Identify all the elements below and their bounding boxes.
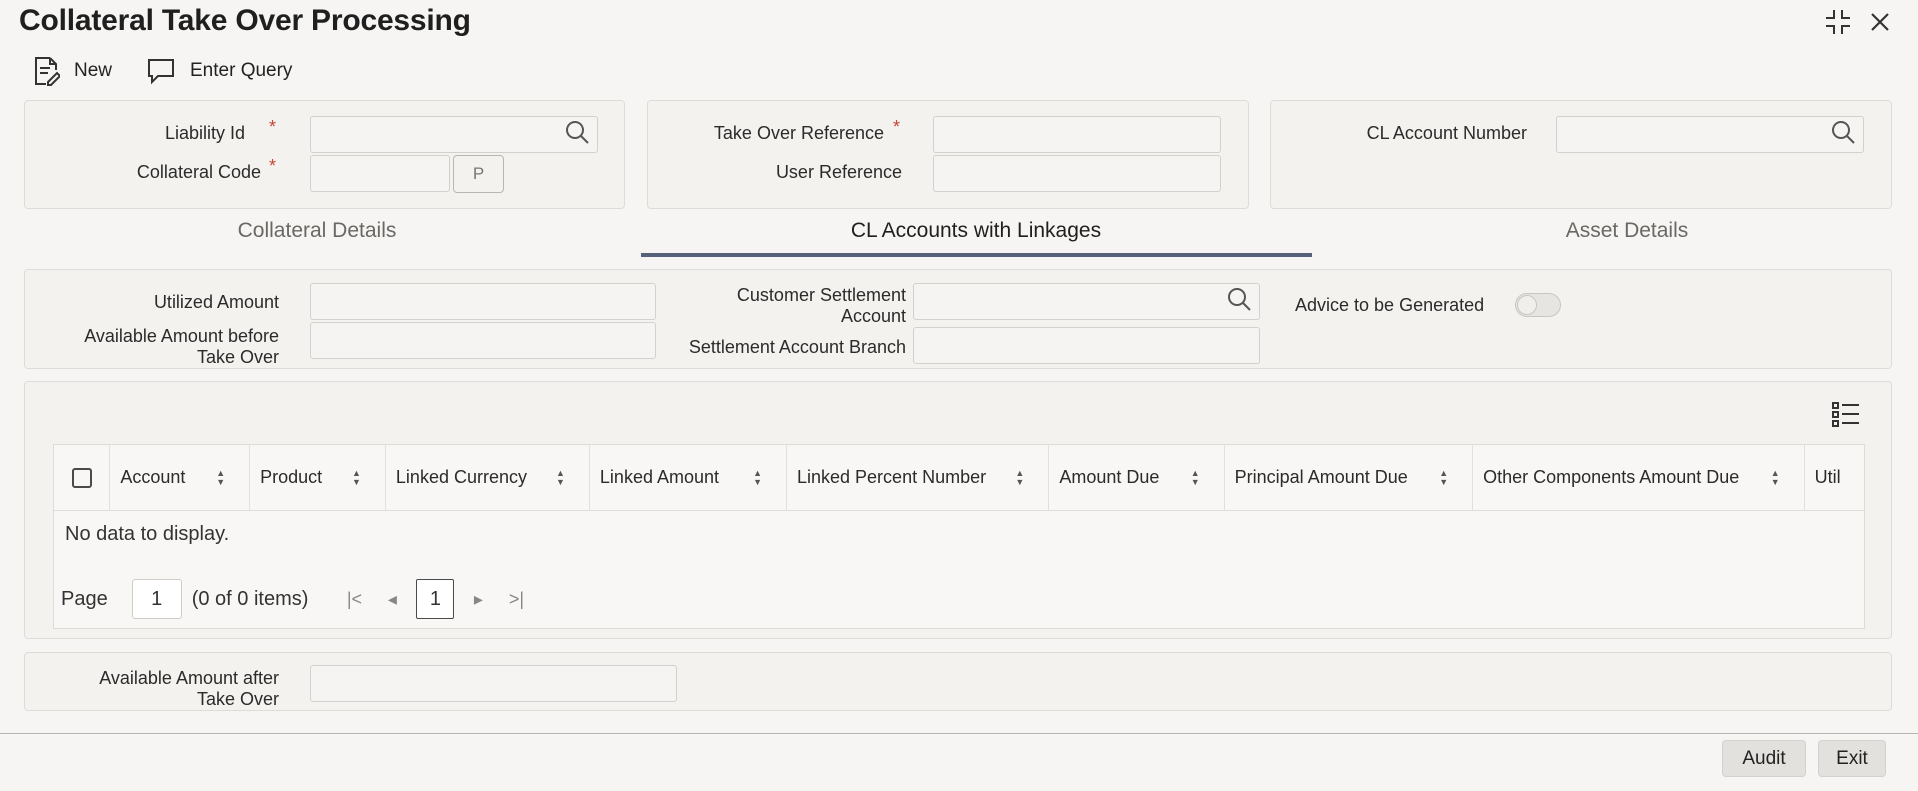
- query-comment-icon: [146, 57, 176, 85]
- cl-account-number-input[interactable]: [1556, 116, 1864, 153]
- column-header-util[interactable]: Util: [1805, 445, 1864, 510]
- column-header-linked-currency[interactable]: Linked Currency ▲ ▼: [386, 445, 590, 510]
- column-header-amount-due[interactable]: Amount Due ▲ ▼: [1049, 445, 1225, 510]
- active-tab-indicator: [641, 253, 1312, 257]
- advice-to-be-generated-label: Advice to be Generated: [1295, 295, 1485, 315]
- liability-id-input[interactable]: [310, 116, 598, 153]
- collateral-pick-button[interactable]: P: [453, 155, 504, 193]
- enter-query-label: Enter Query: [190, 60, 293, 81]
- customer-settlement-account-input[interactable]: [913, 283, 1260, 320]
- settlement-account-branch-label: Settlement Account Branch: [688, 337, 906, 357]
- tab-asset-details[interactable]: Asset Details: [1312, 219, 1918, 243]
- sort-icon[interactable]: ▲ ▼: [216, 468, 225, 487]
- previous-page-icon[interactable]: ◂: [378, 589, 406, 610]
- available-before-label: Available Amount before Take Over: [84, 326, 279, 367]
- new-button[interactable]: New: [32, 54, 112, 88]
- collateral-code-input[interactable]: [310, 155, 450, 192]
- next-page-icon[interactable]: ▸: [464, 589, 492, 610]
- required-marker: *: [893, 117, 901, 137]
- first-page-icon[interactable]: |<: [340, 589, 368, 610]
- last-page-icon[interactable]: >|: [502, 589, 530, 610]
- search-icon[interactable]: [1227, 287, 1251, 316]
- column-label: Linked Percent Number: [797, 467, 987, 487]
- liability-id-label: Liability Id: [164, 123, 245, 143]
- cl-accounts-grid: Account ▲ ▼ Product ▲ ▼ Linked Currency ▲ ▼…: [53, 444, 1865, 629]
- column-header-linked-amount[interactable]: Linked Amount ▲ ▼: [590, 445, 787, 510]
- column-label: Product: [260, 467, 323, 487]
- user-reference-label: User Reference: [775, 162, 902, 182]
- current-page-button[interactable]: 1: [416, 579, 455, 619]
- take-over-reference-input[interactable]: [933, 116, 1221, 153]
- utilized-amount-label: Utilized Amount: [153, 292, 279, 312]
- new-document-icon: [32, 56, 60, 86]
- page-items-count: (0 of 0 items): [191, 587, 309, 610]
- search-icon[interactable]: [565, 120, 589, 149]
- utilized-amount-input[interactable]: [310, 283, 656, 320]
- available-after-panel: Available Amount after Take Over: [24, 652, 1892, 711]
- grid-panel: Account ▲ ▼ Product ▲ ▼ Linked Currency ▲ ▼…: [24, 381, 1892, 639]
- page-label: Page: [61, 587, 108, 610]
- tab-cl-accounts-with-linkages[interactable]: CL Accounts with Linkages: [641, 219, 1311, 243]
- grid-header-row: Account ▲ ▼ Product ▲ ▼ Linked Currency ▲ ▼…: [54, 445, 1864, 511]
- exit-button[interactable]: Exit: [1818, 740, 1886, 777]
- column-label: Amount Due: [1059, 467, 1160, 487]
- audit-button[interactable]: Audit: [1722, 740, 1806, 777]
- sort-icon[interactable]: ▲ ▼: [1439, 468, 1448, 487]
- advice-to-be-generated-toggle[interactable]: [1515, 293, 1561, 317]
- user-reference-input[interactable]: [933, 155, 1221, 192]
- page-title: Collateral Take Over Processing: [19, 4, 471, 37]
- required-marker: *: [269, 156, 277, 176]
- column-header-linked-percent-number[interactable]: Linked Percent Number ▲ ▼: [787, 445, 1050, 510]
- footer-divider: [0, 733, 1918, 734]
- required-marker: *: [269, 117, 277, 137]
- pagination: Page 1 (0 of 0 items) |< ◂ 1 ▸ >|: [61, 579, 530, 619]
- cl-account-panel: CL Account Number: [1270, 100, 1892, 209]
- sort-icon[interactable]: ▲ ▼: [1015, 468, 1024, 487]
- cl-account-number-label: CL Account Number: [1366, 123, 1527, 143]
- collateral-code-label: Collateral Code: [136, 162, 261, 182]
- column-header-account[interactable]: Account ▲ ▼: [110, 445, 251, 510]
- available-after-label: Available Amount after Take Over: [99, 668, 279, 709]
- column-header-other-components-amount-due[interactable]: Other Components Amount Due ▲ ▼: [1473, 445, 1805, 510]
- toggle-knob: [1517, 295, 1537, 315]
- available-after-input[interactable]: [310, 665, 677, 702]
- sort-icon[interactable]: ▲ ▼: [556, 468, 565, 487]
- column-header-product[interactable]: Product ▲ ▼: [250, 445, 386, 510]
- column-label: Principal Amount Due: [1234, 467, 1408, 487]
- reference-panel: Take Over Reference * User Reference: [647, 100, 1249, 209]
- select-all-checkbox[interactable]: [71, 467, 92, 488]
- column-label: Account: [120, 467, 186, 487]
- column-label: Util: [1814, 467, 1841, 487]
- customer-settlement-account-label: Customer Settlement Account: [736, 285, 906, 326]
- tab-collateral-details[interactable]: Collateral Details: [24, 219, 610, 243]
- minimize-icon[interactable]: [1822, 6, 1854, 38]
- settlement-account-branch-input[interactable]: [913, 327, 1260, 364]
- linkage-panel: Utilized Amount Available Amount before …: [24, 269, 1892, 369]
- sort-icon[interactable]: ▲ ▼: [1191, 468, 1200, 487]
- column-label: Other Components Amount Due: [1483, 467, 1740, 487]
- sort-icon[interactable]: ▲ ▼: [352, 468, 361, 487]
- sort-icon[interactable]: ▲ ▼: [1771, 468, 1780, 487]
- available-before-input[interactable]: [310, 322, 656, 359]
- select-all-cell: [54, 445, 111, 510]
- liability-panel: Liability Id * Collateral Code * P: [24, 100, 625, 209]
- column-header-principal-amount-due[interactable]: Principal Amount Due ▲ ▼: [1225, 445, 1474, 510]
- sort-icon[interactable]: ▲ ▼: [753, 468, 762, 487]
- search-icon[interactable]: [1831, 120, 1855, 149]
- new-button-label: New: [74, 60, 113, 81]
- take-over-reference-label: Take Over Reference: [713, 123, 884, 143]
- column-list-icon[interactable]: [1831, 400, 1861, 435]
- page-number-input[interactable]: 1: [131, 579, 182, 619]
- empty-grid-message: No data to display.: [65, 523, 230, 545]
- column-label: Linked Amount: [599, 467, 720, 487]
- enter-query-button[interactable]: Enter Query: [146, 54, 292, 88]
- close-icon[interactable]: [1864, 6, 1896, 38]
- column-label: Linked Currency: [395, 467, 527, 487]
